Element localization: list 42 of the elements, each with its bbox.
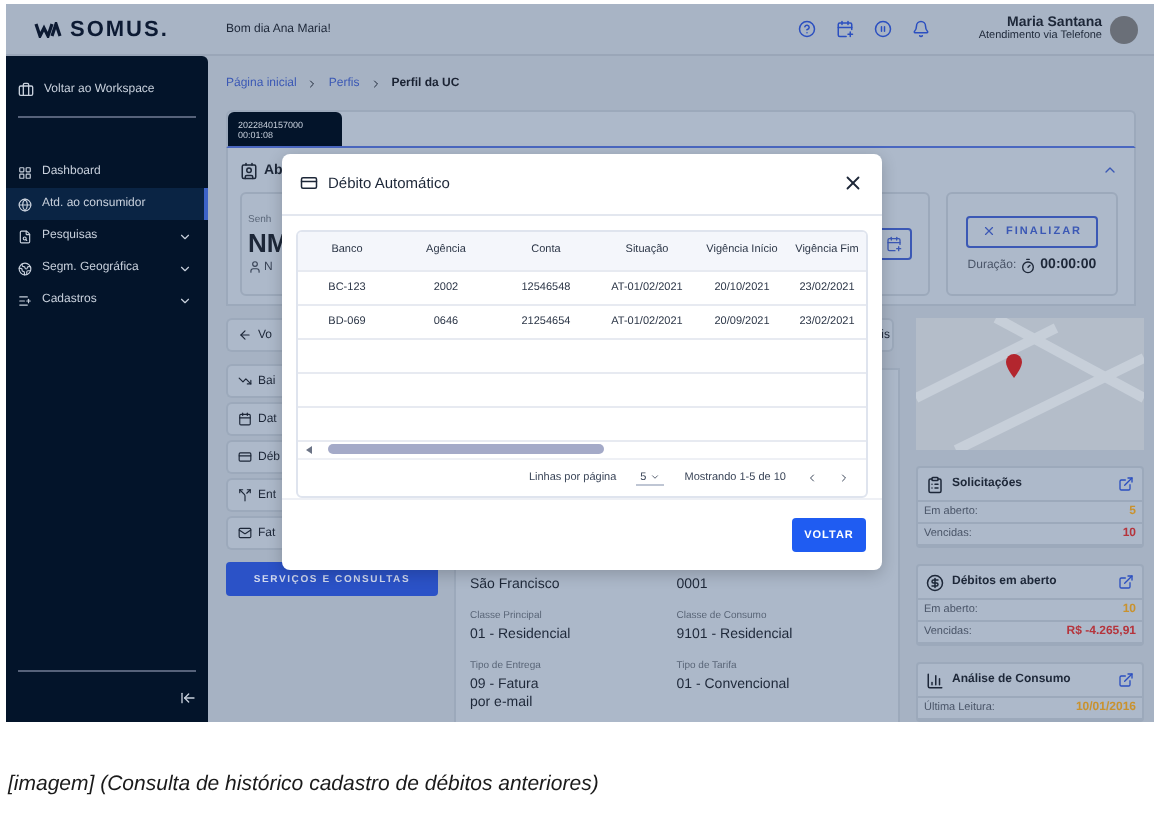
chevron-right-icon — [306, 78, 319, 90]
help-icon[interactable] — [798, 20, 817, 38]
document-search-icon — [18, 229, 32, 243]
avatar[interactable] — [1110, 15, 1138, 43]
image-caption: [imagem] (Consulta de histórico cadastro de débitos anteriores) — [5, 770, 601, 796]
id-card-icon — [240, 161, 258, 179]
split-icon — [238, 488, 252, 502]
card-icon — [300, 174, 318, 193]
scrollbar-thumb[interactable] — [328, 444, 604, 455]
logo-text: SOMUS. — [70, 17, 169, 41]
external-link-icon[interactable] — [1118, 574, 1134, 590]
mail-icon — [238, 526, 252, 540]
calendar-plus-icon[interactable] — [836, 20, 855, 38]
caret-icon — [650, 472, 661, 483]
pause-icon[interactable] — [874, 20, 893, 38]
trend-down-icon — [238, 374, 252, 388]
next-page-icon[interactable] — [838, 472, 850, 485]
external-link-icon[interactable] — [1118, 672, 1134, 688]
list-plus-icon — [18, 293, 32, 307]
person-icon — [248, 260, 262, 274]
close-icon — [981, 224, 996, 238]
card-icon — [238, 450, 252, 464]
external-link-icon[interactable] — [1118, 476, 1134, 492]
calendar-plus-icon — [886, 236, 902, 252]
calendar-icon — [238, 412, 252, 426]
globe-icon — [18, 197, 32, 211]
scroll-left-icon[interactable] — [306, 445, 312, 454]
close-icon[interactable] — [842, 172, 864, 195]
arrow-left-icon — [238, 328, 252, 342]
briefcase-icon — [18, 82, 34, 98]
grid-icon — [18, 165, 32, 179]
previous-page-icon[interactable] — [806, 472, 818, 485]
logo-icon — [34, 21, 62, 37]
earth-icon — [18, 261, 32, 275]
timer-icon — [1020, 257, 1037, 273]
chevron-right-icon — [369, 78, 382, 90]
bar-chart-icon — [926, 671, 944, 689]
dollar-icon — [926, 573, 944, 591]
clipboard-icon — [926, 475, 944, 493]
notifications-icon[interactable] — [912, 20, 931, 38]
collapse-icon[interactable] — [180, 689, 196, 705]
chevron-up-icon[interactable] — [1102, 162, 1118, 178]
